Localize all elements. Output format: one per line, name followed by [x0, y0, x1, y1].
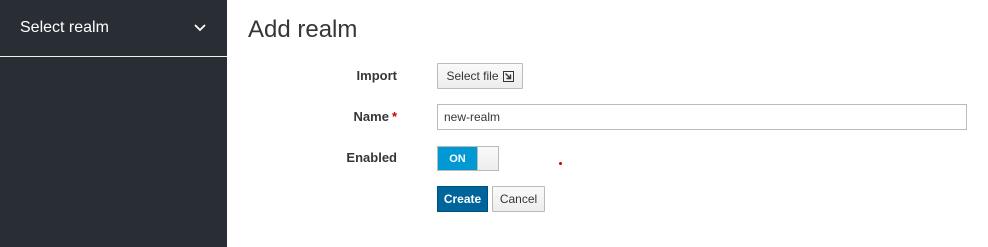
required-marker: * [391, 109, 397, 124]
create-button[interactable]: Create [437, 186, 488, 212]
select-file-button[interactable]: Select file [437, 63, 523, 89]
toggle-knob [477, 147, 498, 170]
main-content: Add realm Import Select file Name* Enabl… [227, 0, 988, 247]
page-title: Add realm [248, 16, 358, 43]
import-file-icon [502, 70, 514, 82]
import-label: Import [356, 68, 397, 83]
sidebar: Select realm [0, 0, 227, 247]
name-label: Name * [277, 109, 397, 124]
realm-selector[interactable]: Select realm [0, 0, 227, 57]
select-file-button-label: Select file [446, 69, 499, 83]
realm-selector-label: Select realm [20, 19, 109, 36]
cancel-button[interactable]: Cancel [492, 186, 545, 212]
name-input[interactable] [437, 104, 967, 130]
enabled-toggle[interactable]: ON [437, 146, 499, 171]
red-dot [559, 162, 562, 165]
chevron-down-icon [193, 21, 207, 35]
enabled-label: Enabled [346, 150, 397, 165]
name-label-text: Name [353, 109, 389, 124]
toggle-on-label: ON [438, 147, 477, 170]
